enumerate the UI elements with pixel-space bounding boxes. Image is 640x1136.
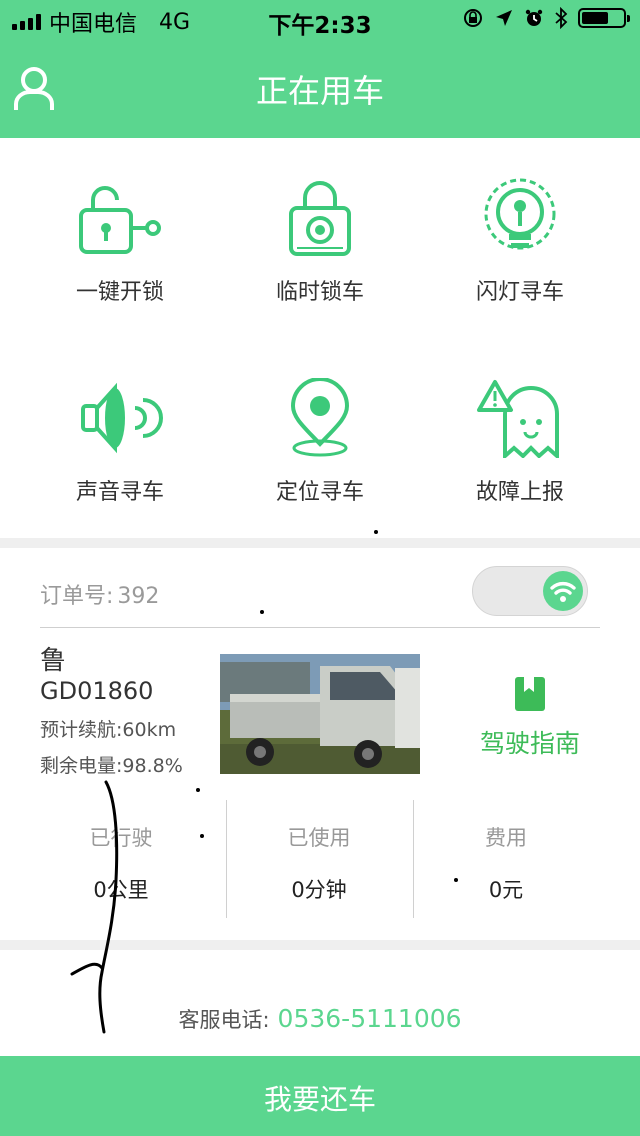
order-divider [40,627,600,628]
estimated-range: 预计续航:60km [40,719,177,741]
bluetooth-icon [555,7,568,29]
connection-toggle[interactable] [472,566,588,616]
section-divider [0,538,640,548]
section-divider [0,940,640,950]
vehicle-info: 鲁 GD01860 预计续航:60km 剩余电量:98.8% [40,646,183,784]
plate-number: GD01860 [40,677,154,705]
action-unlock[interactable]: 一键开锁 [20,178,220,306]
action-label: 闪灯寻车 [475,280,564,305]
action-flash-find[interactable]: 闪灯寻车 [420,178,620,306]
action-fault-report[interactable]: 故障上报 [420,378,620,506]
action-label: 故障上报 [475,480,564,505]
unlock-icon [79,186,161,254]
stat-label: 已使用 [287,826,351,850]
lightbulb-icon [484,178,556,250]
stat-value: 0公里 [93,878,149,902]
action-label: 定位寻车 [275,480,364,505]
action-sound-find[interactable]: 声音寻车 [20,378,220,506]
action-label: 一键开锁 [75,280,164,305]
action-grid: 一键开锁 临时锁车 闪灯寻车 声音寻车 定位寻车 故障上报 [0,138,640,538]
battery-remaining: 剩余电量:98.8% [40,755,183,777]
action-locate-find[interactable]: 定位寻车 [220,378,420,506]
page-title: 正在用车 [255,72,384,110]
horn-icon [81,382,163,454]
stat-label: 费用 [485,826,527,850]
order-label: 订单号: [40,584,114,609]
action-temp-lock[interactable]: 临时锁车 [220,178,420,306]
location-arrow-icon [496,10,512,26]
driving-guide-button[interactable]: 驾驶指南 [470,676,590,760]
trip-stats: 已行驶 0公里 已使用 0分钟 费用 0元 [28,800,612,918]
stat-cost: 费用 0元 [413,800,599,918]
status-bar: 中国电信 4G 下午2:33 [0,0,640,40]
stat-duration: 已使用 0分钟 [226,800,412,918]
lock-icon [289,181,351,256]
fault-report-icon [477,380,559,458]
service-label: 客服电话: [178,1008,270,1032]
vehicle-photo [220,654,420,774]
customer-service: 客服电话: 0536-5111006 [0,1004,640,1034]
stat-value: 0分钟 [291,878,347,902]
stat-distance: 已行驶 0公里 [28,800,214,918]
battery-icon [578,8,630,28]
wifi-icon [543,571,583,611]
action-label: 临时锁车 [275,280,364,305]
return-car-label: 我要还车 [263,1083,376,1116]
stat-value: 0元 [488,878,524,902]
book-icon [515,677,545,711]
nav-bar: 正在用车 [0,40,640,138]
action-label: 声音寻车 [75,480,164,505]
return-car-button[interactable]: 我要还车 [0,1056,640,1136]
rotation-lock-icon [464,9,482,27]
order-value: 392 [117,584,160,609]
order-number: 订单号: 392 [40,578,159,610]
alarm-icon [525,9,543,26]
driving-guide-label: 驾驶指南 [479,729,580,758]
location-pin-icon [290,378,350,457]
stat-label: 已行驶 [89,826,153,850]
service-phone-link[interactable]: 0536-5111006 [278,1004,462,1033]
plate-province: 鲁 [40,646,67,676]
